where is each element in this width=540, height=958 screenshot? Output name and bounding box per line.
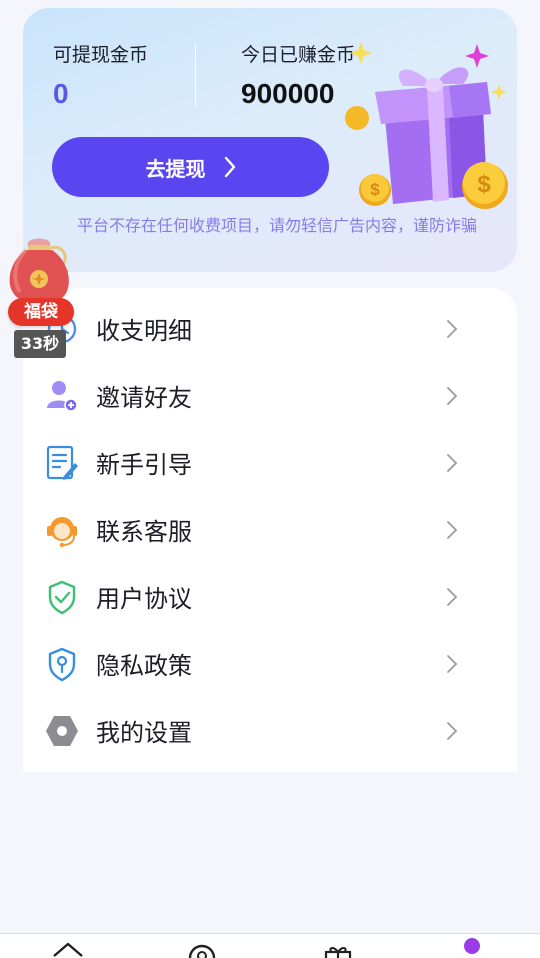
- menu-item-settings[interactable]: 我的设置: [23, 697, 517, 764]
- stat-divider: [195, 44, 196, 108]
- lucky-bag-timer: 33秒: [14, 330, 66, 358]
- menu-item-privacy-policy[interactable]: 隐私政策: [23, 630, 517, 697]
- chevron-right-icon: [447, 386, 458, 405]
- gift-icon: [324, 946, 352, 958]
- menu-item-invite[interactable]: 邀请好友: [23, 362, 517, 429]
- customer-service-icon: [44, 512, 80, 548]
- menu-item-label: 收支明细: [96, 317, 192, 345]
- withdraw-button[interactable]: 去提现: [52, 137, 329, 197]
- svg-text:$: $: [370, 180, 380, 199]
- privacy-shield-icon: [44, 646, 80, 682]
- menu-item-label: 隐私政策: [96, 652, 192, 680]
- menu-item-label: 我的设置: [96, 719, 192, 747]
- chevron-right-icon: [447, 453, 458, 472]
- menu-item-user-agreement[interactable]: 用户协议: [23, 563, 517, 630]
- nav-gift[interactable]: [318, 938, 358, 958]
- anti-fraud-notice: 平台不存在任何收费项目，请勿轻信广告内容，谨防诈骗: [77, 216, 478, 235]
- home-icon: [53, 942, 83, 957]
- nav-discover[interactable]: [182, 938, 222, 958]
- chevron-right-icon: [447, 520, 458, 539]
- withdrawable-coins-value: 0: [53, 78, 69, 109]
- chevron-right-icon: [447, 654, 458, 673]
- menu-item-customer-service[interactable]: 联系客服: [23, 496, 517, 563]
- lucky-bag-widget[interactable]: 福袋 33秒: [4, 232, 76, 360]
- bottom-nav: [0, 933, 540, 958]
- profile-icon: [464, 938, 480, 954]
- withdraw-button-label: 去提现: [145, 156, 206, 181]
- withdrawable-coins-label: 可提现金币: [53, 44, 149, 66]
- guide-doc-icon: [44, 445, 80, 481]
- menu-item-label: 邀请好友: [96, 384, 192, 412]
- settings-icon: [44, 713, 80, 749]
- nav-home[interactable]: [48, 938, 88, 958]
- invite-user-icon: [44, 378, 80, 414]
- lucky-bag-badge: 福袋: [8, 298, 74, 326]
- shield-check-icon: [44, 579, 80, 615]
- svg-text:$: $: [477, 171, 491, 198]
- menu-item-guide[interactable]: 新手引导: [23, 429, 517, 496]
- coin-card: 可提现金币 0 今日已赚金币 900000 $ $ 去提现 平台不存在任何收费项…: [23, 8, 517, 272]
- gift-box-illustration: $ $: [345, 42, 508, 209]
- nav-profile[interactable]: [452, 938, 492, 958]
- chevron-right-icon: [447, 319, 458, 338]
- chevron-right-icon: [447, 587, 458, 606]
- menu-item-label: 联系客服: [96, 518, 192, 546]
- menu-item-transactions[interactable]: 收支明细: [23, 295, 517, 362]
- chevron-right-icon: [447, 721, 458, 740]
- chevron-right-icon: [224, 156, 235, 178]
- today-earned-value: 900000: [241, 78, 335, 109]
- menu-item-label: 新手引导: [96, 451, 192, 479]
- menu-list: 收支明细 邀请好友 新手引导 联系客服 用户协议 隐私政策 我的设置: [23, 288, 517, 772]
- menu-item-label: 用户协议: [96, 585, 192, 613]
- discover-icon: [188, 944, 216, 958]
